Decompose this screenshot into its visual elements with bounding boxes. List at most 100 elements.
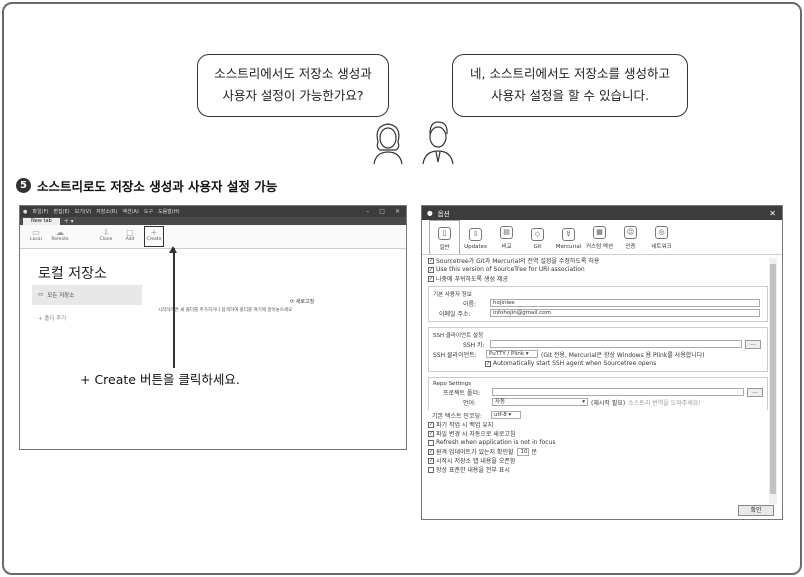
checkbox-row[interactable]: ✓ 파기 작업 시 백업 유지 (428, 420, 768, 429)
git-icon: ◇ (531, 228, 544, 241)
create-instruction: + Create 버튼을 클릭하세요. (80, 372, 240, 387)
checkbox-checked[interactable]: ✓ (485, 360, 491, 367)
remote-button[interactable]: ☁ Remote (48, 225, 72, 248)
checkbox-row[interactable]: ✓ 시작시 저장소 탭 내용을 오픈함 (428, 456, 768, 465)
computer-icon: ▭ (32, 228, 40, 237)
name-field[interactable]: hojinlee (490, 299, 760, 307)
options-body: ✓ Sourcetree가 Git과 Mercurial의 전역 설정을 수정하도… (428, 256, 768, 503)
scrollbar[interactable] (769, 258, 777, 504)
checkbox-row[interactable]: ✓ Automatically start SSH agent when Sour… (433, 359, 763, 368)
checkbox-label: 파기 작업 시 백업 유지 (436, 422, 494, 429)
browse-button[interactable]: ... (747, 387, 763, 397)
tab-label: 커스텀 액션 (585, 244, 614, 250)
menu-view[interactable]: 보기(V) (75, 208, 92, 215)
maximize-icon[interactable]: □ (379, 208, 385, 215)
checkbox-row[interactable]: ✓ 나중에 푸쉬하도록 생성 제공 (428, 274, 768, 283)
ssh-key-field[interactable] (490, 340, 742, 348)
menu-file[interactable]: 파일(F) (32, 208, 48, 215)
checkbox-checked[interactable]: ✓ (428, 257, 434, 264)
menu-tools[interactable]: 도구 (144, 208, 153, 215)
project-folder-field[interactable] (492, 388, 744, 396)
local-button[interactable]: ▭ Local (24, 225, 48, 248)
tab-custom-actions[interactable]: ▦ 커스텀 액션 (584, 220, 615, 254)
scrollbar-thumb[interactable] (770, 264, 776, 494)
tab-mercurial[interactable]: ☿ Mercurial (553, 220, 584, 254)
repo-item-label: 모든 저장소 (47, 293, 75, 299)
checkbox-checked[interactable]: ✓ (428, 430, 434, 437)
checkbox-label: Refresh when application is not in focus (436, 439, 556, 446)
sourcetree-logo-icon: ● (23, 208, 28, 215)
sourcetree-window: ● 파일(F) 편집(E) 보기(V) 저장소(R) 액션(A) 도구 도움말(… (19, 205, 407, 450)
tab-git[interactable]: ◇ Git (522, 220, 553, 254)
language-label: 언어: (463, 399, 477, 407)
tool-label: Clone (99, 237, 113, 242)
close-icon[interactable]: ✕ (395, 208, 400, 215)
refresh-label: 새로고침 (295, 299, 315, 305)
add-tab-icon[interactable]: + ▾ (64, 218, 74, 225)
local-repositories-heading: 로컬 저장소 (38, 266, 107, 282)
tab-new[interactable]: New tab (23, 218, 60, 225)
ok-button[interactable]: 확인 (738, 505, 774, 516)
language-value: 자동 (495, 399, 506, 405)
checkbox-label: Automatically start SSH agent when Sourc… (493, 360, 657, 367)
user-icon: ☺ (624, 226, 637, 239)
email-field[interactable]: infohojin@gmail.com (490, 309, 760, 317)
mercurial-icon: ☿ (562, 228, 575, 241)
tab-diff[interactable]: ▤ 비교 (491, 220, 522, 254)
tab-general[interactable]: ▯ 일반 (429, 220, 460, 254)
cloud-icon: ☁ (56, 228, 64, 237)
checkbox-row[interactable]: ✓ 원격 업데이트가 있는지 확인할 10 분 (428, 447, 768, 456)
minutes-field[interactable]: 10 (517, 447, 530, 456)
add-folder-link[interactable]: + 폴더 추가 (38, 314, 66, 322)
checkbox-label: 원격 업데이트가 있는지 확인할 (436, 449, 514, 456)
options-tabs: ▯ 일반 ⇩ Updates ▤ 비교 ◇ Git ☿ Mercurial ▦ 커스텀 액션… (422, 220, 782, 255)
menu-repository[interactable]: 저장소(R) (96, 208, 117, 215)
tab-label: Updates (464, 244, 487, 250)
user-info-group: 기본 사용자 정보 이름: hojinlee 이메일 주소: infohojin@g… (428, 286, 768, 322)
encoding-select[interactable]: utf-8 ▾ (491, 411, 521, 419)
checkbox-checked[interactable]: ✓ (428, 275, 434, 282)
all-repositories-item[interactable]: ▭ 모든 저장소 (32, 285, 142, 305)
sourcetree-logo-icon: ● (427, 209, 433, 217)
tab-updates[interactable]: ⇩ Updates (460, 220, 491, 254)
checkbox-checked[interactable]: ✓ (428, 457, 434, 464)
diff-icon: ▤ (500, 226, 513, 239)
toolbar: ▭ Local ☁ Remote ⇩ Clone ▢ Add + Create (20, 225, 406, 249)
tab-network[interactable]: ◎ 네트워크 (646, 220, 677, 254)
checkbox-unchecked[interactable] (428, 466, 434, 473)
checkbox-row[interactable]: ✓ 파일 변경 시 자동으로 새로고침 (428, 429, 768, 438)
minimize-icon[interactable]: – (366, 208, 369, 215)
refresh-button[interactable]: ⟳ 새로고침 (290, 298, 314, 305)
tab-authentication[interactable]: ☺ 인증 (615, 220, 646, 254)
checkbox-checked[interactable]: ✓ (428, 421, 434, 428)
ssh-client-note: (Git 전용, Mercurial은 항상 Windows 용 Plink를 … (541, 351, 705, 359)
close-icon[interactable]: ✕ (769, 209, 782, 218)
network-icon: ◎ (655, 226, 668, 239)
group-heading: SSH 클라이언트 설정 (433, 333, 484, 339)
options-window: ● 옵션 ✕ ▯ 일반 ⇩ Updates ▤ 비교 ◇ Git ☿ Mercurial … (421, 205, 783, 520)
browse-button[interactable]: ... (745, 339, 761, 349)
checkbox-unchecked[interactable] (428, 439, 434, 446)
tab-label: Git (533, 244, 542, 250)
translate-help-link[interactable]: 소스트리 번역을 도와주세요! (628, 398, 700, 407)
ssh-client-value: PuTTY / Plink (489, 351, 525, 357)
checkbox-row[interactable]: Refresh when application is not in focus (428, 438, 768, 447)
menu-action[interactable]: 액션(A) (122, 208, 139, 215)
bubble-text-line: 사용자 설정을 할 수 있습니다. (491, 88, 649, 103)
bubble-text-line: 네, 소스트리에서도 저장소를 생성하고 (470, 66, 670, 81)
checkbox-row[interactable]: ✓ Sourcetree가 Git과 Mercurial의 전역 설정을 수정하도… (428, 256, 768, 265)
ssh-client-select[interactable]: PuTTY / Plink ▾ (486, 350, 538, 358)
checkbox-row[interactable]: ✓ Use this version of SourceTree for URI … (428, 265, 768, 274)
add-button[interactable]: ▢ Add (118, 225, 142, 248)
checkbox-row[interactable]: 항상 표준한 내용을 전부 표시 (428, 465, 768, 474)
folder-icon: ▢ (126, 228, 134, 237)
man-icon (422, 121, 454, 164)
checkbox-checked[interactable]: ✓ (428, 266, 434, 273)
tool-label: Remote (51, 237, 69, 242)
checkbox-label: 파일 변경 시 자동으로 새로고침 (436, 431, 516, 438)
clone-button[interactable]: ⇩ Clone (94, 225, 118, 248)
language-select[interactable]: 자동 ▾ (492, 398, 588, 406)
checkbox-checked[interactable]: ✓ (428, 448, 434, 455)
menu-edit[interactable]: 편집(E) (53, 208, 69, 215)
menu-help[interactable]: 도움말(H) (158, 208, 179, 215)
